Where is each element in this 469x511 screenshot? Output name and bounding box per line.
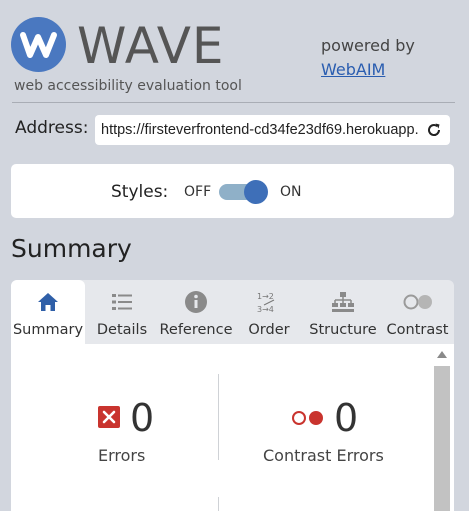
address-field <box>95 115 450 145</box>
page-title: Summary <box>11 234 132 263</box>
tab-reference[interactable]: Reference <box>158 280 234 344</box>
tab-label: Summary <box>12 322 84 338</box>
home-icon <box>35 289 61 315</box>
order-icon: 1→2 3→4 <box>256 289 282 315</box>
styles-label: Styles: <box>111 182 169 202</box>
errors-label[interactable]: Errors <box>98 446 145 465</box>
styles-off-label: OFF <box>184 184 212 200</box>
errors-count: 0 <box>130 396 155 440</box>
column-divider <box>218 374 219 460</box>
info-icon <box>183 289 209 315</box>
styles-toggle-knob[interactable] <box>244 180 268 204</box>
scroll-up-arrow[interactable] <box>437 351 447 358</box>
reload-icon[interactable] <box>426 122 442 138</box>
tab-label: Reference <box>159 322 233 338</box>
address-label: Address: <box>15 118 89 138</box>
column-divider <box>218 497 219 511</box>
webaim-link[interactable]: WebAIM <box>321 60 385 79</box>
svg-text:1→2: 1→2 <box>257 292 274 301</box>
tab-order[interactable]: 1→2 3→4 Order <box>234 280 304 344</box>
tab-contrast[interactable]: Contrast <box>381 280 454 344</box>
wave-logo-text: WAVE <box>77 17 225 75</box>
header-divider <box>12 102 455 103</box>
tagline: web accessibility evaluation tool <box>14 78 242 94</box>
styles-on-label: ON <box>280 184 302 200</box>
tab-summary[interactable]: Summary <box>11 280 85 344</box>
svg-text:3→4: 3→4 <box>257 305 274 314</box>
tab-details[interactable]: Details <box>86 280 158 344</box>
contrast-errors-count: 0 <box>334 396 359 440</box>
tab-label: Contrast <box>386 322 449 338</box>
summary-panel <box>11 344 454 511</box>
wave-logo-icon <box>11 17 66 72</box>
address-input[interactable] <box>101 115 419 145</box>
contrast-error-icon <box>291 409 325 427</box>
tab-structure[interactable]: Structure <box>305 280 381 344</box>
contrast-icon <box>402 289 434 315</box>
list-icon <box>109 289 135 315</box>
error-icon <box>98 406 120 428</box>
tab-label: Order <box>248 322 290 338</box>
scrollbar-thumb[interactable] <box>434 366 450 511</box>
tab-label: Details <box>96 322 148 338</box>
contrast-errors-label[interactable]: Contrast Errors <box>263 446 384 465</box>
styles-card: Styles: OFF ON <box>11 164 454 218</box>
powered-by-text: powered by <box>321 36 415 55</box>
tab-label: Structure <box>309 322 377 338</box>
structure-icon <box>330 289 356 315</box>
